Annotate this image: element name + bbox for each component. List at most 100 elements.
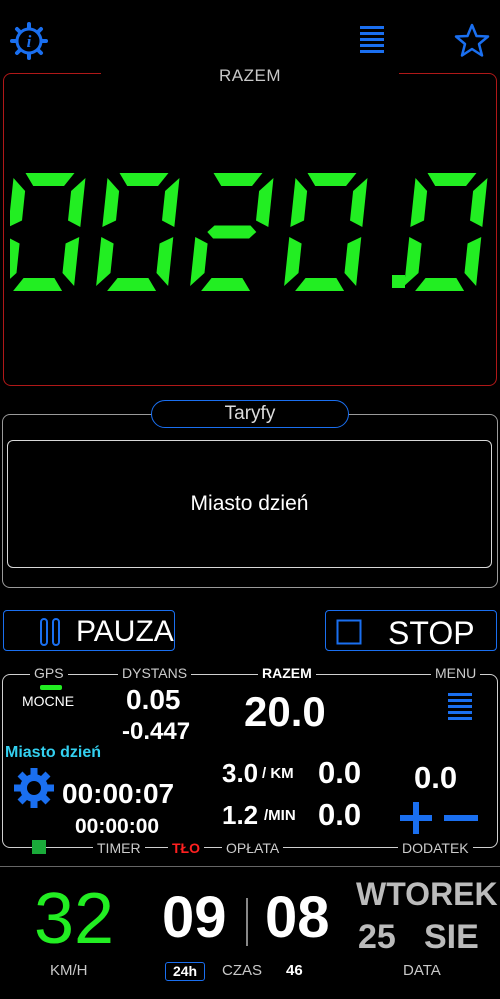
stats-total-label: RAZEM <box>258 665 316 681</box>
segment-e <box>2 237 20 286</box>
date-month: SIE <box>424 918 479 956</box>
stats-total-value: 20.0 <box>244 688 326 735</box>
digit-0 <box>2 173 86 291</box>
total-fare-digits <box>2 173 488 291</box>
pause-button[interactable]: PAUZA <box>3 610 175 651</box>
gps-label: GPS <box>30 665 68 681</box>
digit-0 <box>96 173 180 291</box>
clock-hour: 09 <box>162 885 227 950</box>
timer-label: TIMER <box>93 840 145 856</box>
extra-label: DODATEK <box>398 840 473 856</box>
segment-d <box>201 278 251 291</box>
distance-delta: -0.447 <box>122 718 191 745</box>
date-day: 25 <box>358 918 396 956</box>
stop-icon <box>336 619 362 645</box>
rate-km-unit: / KM <box>262 765 294 782</box>
segment-c <box>156 237 174 286</box>
fee-label: OPŁATA <box>222 840 284 856</box>
segment-f <box>8 178 26 227</box>
gear-icon <box>14 768 54 808</box>
segment-a <box>213 173 263 186</box>
segment-b <box>350 178 368 227</box>
clock-divider <box>246 898 248 946</box>
rate-min-unit: /MIN <box>264 807 296 824</box>
segment-f <box>410 178 428 227</box>
digit-0 <box>404 173 488 291</box>
segment-b <box>470 178 488 227</box>
decimal-point <box>392 275 405 288</box>
clock-minute: 08 <box>265 885 330 950</box>
extra-value: 0.0 <box>414 760 458 795</box>
total-label: RAZEM <box>0 66 500 86</box>
distance-value: 0.05 <box>126 684 181 715</box>
hamburger-icon <box>360 26 384 53</box>
divider <box>0 866 500 867</box>
star-icon <box>454 23 490 57</box>
tariffs-header: Taryfy <box>151 400 349 428</box>
segment-f <box>102 178 120 227</box>
segment-a <box>119 173 169 186</box>
stats-tariff-name: Miasto dzień <box>5 744 102 761</box>
tariff-name: Miasto dzień <box>190 492 309 515</box>
time-label: CZAS <box>222 962 263 979</box>
segment-e <box>404 237 422 286</box>
distance-label: DYSTANS <box>118 665 192 681</box>
segment-d <box>295 278 345 291</box>
segment-d <box>107 278 157 291</box>
segment-c <box>464 237 482 286</box>
info-gear-icon: i <box>10 22 48 60</box>
total-fare-display <box>2 170 490 295</box>
segment-g <box>207 225 257 239</box>
segment-b <box>68 178 86 227</box>
pause-label: PAUZA <box>76 615 174 648</box>
svg-text:i: i <box>27 32 32 51</box>
rate-km: 3.0 <box>222 758 259 788</box>
timer-value: 00:00:07 <box>62 778 175 809</box>
stats-menu-button[interactable] <box>446 691 474 723</box>
stop-label: STOP <box>388 615 475 651</box>
time-format-toggle[interactable]: 24h <box>165 962 205 981</box>
background-label[interactable]: TŁO <box>168 840 204 856</box>
segment-e <box>284 237 302 286</box>
segment-a <box>25 173 75 186</box>
rate-min-amount: 0.0 <box>318 797 362 832</box>
segment-e <box>96 237 114 286</box>
gps-signal-bar <box>40 685 62 690</box>
rate-km-amount: 0.0 <box>318 755 362 790</box>
segment-a <box>427 173 477 186</box>
gps-strength: MOCNE <box>22 693 75 709</box>
date-weekday: WTOREK <box>356 876 498 912</box>
time-format-label: 24h <box>172 963 198 979</box>
timer-sub: 00:00:00 <box>75 815 160 838</box>
digit-2 <box>190 173 274 291</box>
date-label: DATA <box>403 962 441 979</box>
menu-label: MENU <box>431 665 481 681</box>
segment-f <box>290 178 308 227</box>
segment-a <box>307 173 357 186</box>
pause-icon <box>40 618 60 646</box>
segment-c <box>344 237 362 286</box>
minus-icon <box>444 815 478 821</box>
digit-0 <box>284 173 368 291</box>
segment-d <box>415 278 465 291</box>
info-button[interactable]: i <box>10 22 48 60</box>
segment-e <box>190 237 208 286</box>
menu-button[interactable] <box>358 24 386 56</box>
timer-settings-button[interactable] <box>12 766 56 810</box>
segment-c <box>62 237 80 286</box>
extra-plus-button[interactable] <box>398 800 434 836</box>
rate-min: 1.2 <box>222 800 259 830</box>
segment-b <box>162 178 180 227</box>
hamburger-icon <box>448 693 472 720</box>
segment-d <box>13 278 63 291</box>
stop-button[interactable]: STOP <box>325 610 497 651</box>
clock-seconds: 46 <box>286 962 303 979</box>
segment-b <box>256 178 274 227</box>
speed-value: 32 <box>34 879 115 959</box>
background-toggle-indicator[interactable] <box>32 840 46 854</box>
extra-minus-button[interactable] <box>442 800 480 836</box>
plus-icon <box>400 802 432 834</box>
speed-unit: KM/H <box>50 962 88 979</box>
tariff-card[interactable]: Miasto dzień <box>7 440 492 568</box>
favorite-button[interactable] <box>453 22 491 60</box>
